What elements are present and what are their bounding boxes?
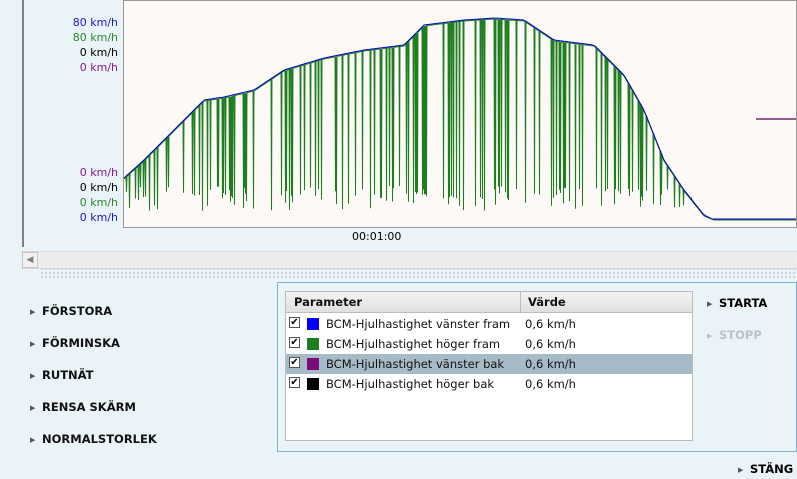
scroll-left-button[interactable]: ◀ [22,252,38,268]
panel-border [22,0,24,247]
parameter-value: 0,6 km/h [525,337,576,351]
speed-graph [123,17,796,221]
chevron-right-icon: ▶ [738,466,744,474]
grid-label: RUTNÄT [42,368,94,382]
column-divider[interactable] [520,292,521,312]
chevron-right-icon: ▶ [30,340,36,348]
scroll-thumb[interactable] [39,253,796,266]
table-row[interactable]: ✔ BCM-Hjulhastighet höger fram 0,6 km/h [286,334,692,354]
row-checkbox[interactable]: ✔ [289,337,300,348]
series-line-green [123,18,796,221]
y-axis-top-label-4: 0 km/h [79,61,118,74]
chevron-right-icon: ▶ [707,300,713,308]
normal-size-label: NORMALSTORLEK [42,432,157,446]
parameter-name: BCM-Hjulhastighet vänster bak [326,357,505,371]
y-axis-bottom-label-4: 0 km/h [79,211,118,224]
zoom-in-label: FÖRSTORA [42,304,113,318]
parameter-value: 0,6 km/h [525,377,576,391]
chevron-right-icon: ▶ [30,436,36,444]
dotted-divider [40,267,797,279]
parameter-table: Parameter Värde ✔ BCM-Hjulhastighet väns… [285,291,693,441]
clear-screen-button[interactable]: ▶ RENSA SKÄRM [30,400,136,414]
chevron-right-icon: ▶ [30,308,36,316]
table-row[interactable]: ✔ BCM-Hjulhastighet höger bak 0,6 km/h [286,374,692,394]
row-checkbox[interactable]: ✔ [289,317,300,328]
y-axis-bottom-label-2: 0 km/h [79,181,118,194]
zoom-in-button[interactable]: ▶ FÖRSTORA [30,304,112,318]
stop-label: STOPP [719,328,762,342]
parameter-value: 0,6 km/h [525,317,576,331]
start-button[interactable]: ▶ STARTA [707,296,767,310]
grid-button[interactable]: ▶ RUTNÄT [30,368,94,382]
clear-screen-label: RENSA SKÄRM [42,400,136,414]
column-header-value[interactable]: Värde [528,295,566,309]
y-axis-labels: 80 km/h 80 km/h 0 km/h 0 km/h 0 km/h 0 k… [40,0,118,228]
chevron-right-icon: ▶ [707,332,713,340]
row-checkbox[interactable]: ✔ [289,357,300,368]
close-button[interactable]: ▶ STÄNG [738,462,793,476]
parameter-value: 0,6 km/h [525,357,576,371]
y-axis-top-label-3: 0 km/h [79,46,118,59]
table-row[interactable]: ✔ BCM-Hjulhastighet vänster fram 0,6 km/… [286,314,692,334]
color-swatch [307,378,319,390]
parameter-name: BCM-Hjulhastighet höger bak [326,377,495,391]
parameter-name: BCM-Hjulhastighet höger fram [326,337,501,351]
start-label: STARTA [719,296,768,310]
table-row[interactable]: ✔ BCM-Hjulhastighet vänster bak 0,6 km/h [286,354,692,374]
chevron-right-icon: ▶ [30,404,36,412]
y-axis-bottom-label-3: 0 km/h [79,196,118,209]
zoom-out-label: FÖRMINSKA [42,336,120,350]
close-label: STÄNG [750,462,794,476]
column-header-parameter[interactable]: Parameter [294,295,362,309]
normal-size-button[interactable]: ▶ NORMALSTORLEK [30,432,157,446]
plot-area[interactable] [123,0,797,228]
chevron-right-icon: ▶ [30,372,36,380]
zoom-out-button[interactable]: ▶ FÖRMINSKA [30,336,120,350]
chart-panel: 80 km/h 80 km/h 0 km/h 0 km/h 0 km/h 0 k… [0,0,797,247]
y-axis-bottom-label-1: 0 km/h [79,166,118,179]
time-axis-label: 00:01:00 [352,230,402,243]
row-checkbox[interactable]: ✔ [289,377,300,388]
color-swatch [307,338,319,350]
parameter-name: BCM-Hjulhastighet vänster fram [326,317,511,331]
table-header: Parameter Värde [286,292,692,313]
y-axis-top-label-2: 80 km/h [72,31,118,44]
y-axis-top-label-1: 80 km/h [72,16,118,29]
color-swatch [307,318,319,330]
color-swatch [307,358,319,370]
stop-button: ▶ STOPP [707,328,762,342]
